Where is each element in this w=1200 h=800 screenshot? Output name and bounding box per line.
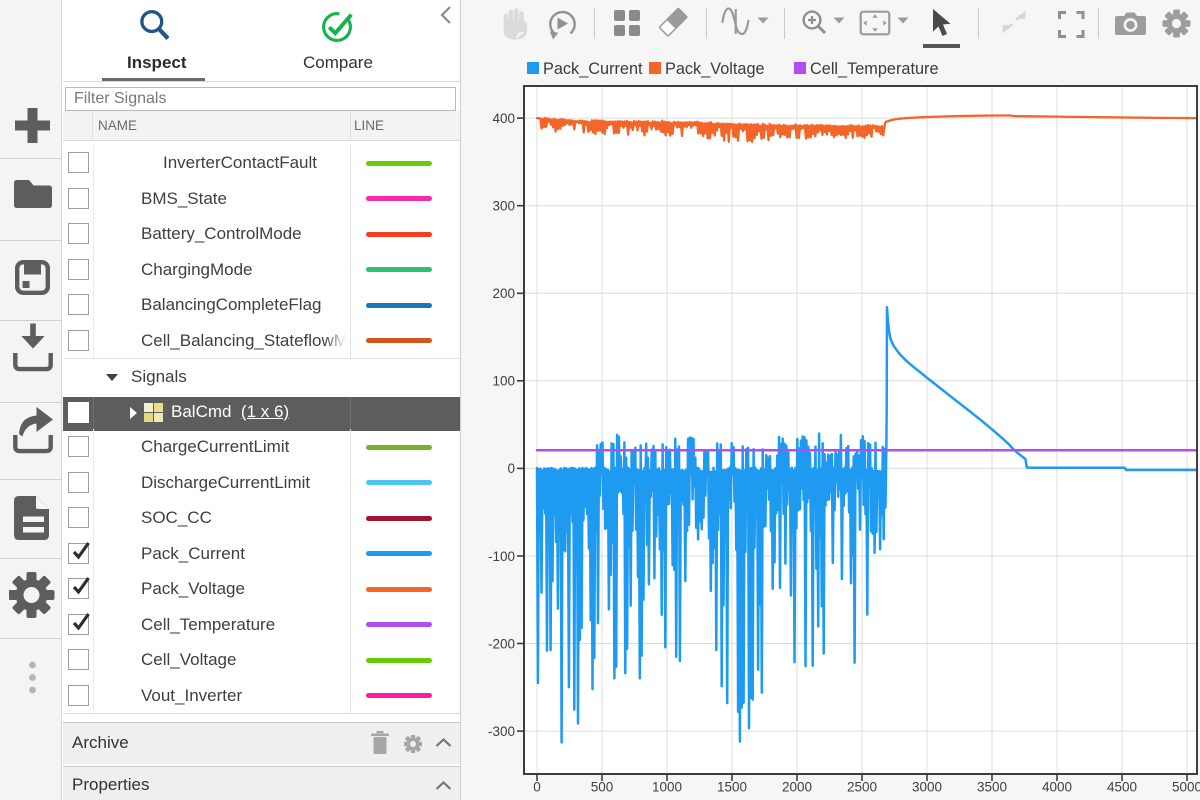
svg-text:-300: -300 (488, 724, 515, 739)
svg-text:200: 200 (492, 286, 515, 301)
svg-text:5000: 5000 (1172, 780, 1200, 795)
svg-text:-200: -200 (488, 636, 515, 651)
svg-text:3000: 3000 (912, 780, 942, 795)
svg-text:4000: 4000 (1042, 780, 1072, 795)
svg-text:3500: 3500 (977, 780, 1007, 795)
svg-text:2500: 2500 (847, 780, 877, 795)
svg-text:2000: 2000 (782, 780, 812, 795)
svg-text:400: 400 (492, 111, 515, 126)
svg-text:-100: -100 (488, 549, 515, 564)
svg-text:100: 100 (492, 374, 515, 389)
svg-text:500: 500 (591, 780, 614, 795)
svg-text:1000: 1000 (652, 780, 682, 795)
svg-text:0: 0 (533, 780, 541, 795)
svg-text:0: 0 (507, 461, 515, 476)
svg-text:4500: 4500 (1107, 780, 1137, 795)
svg-text:300: 300 (492, 199, 515, 214)
svg-text:1500: 1500 (717, 780, 747, 795)
